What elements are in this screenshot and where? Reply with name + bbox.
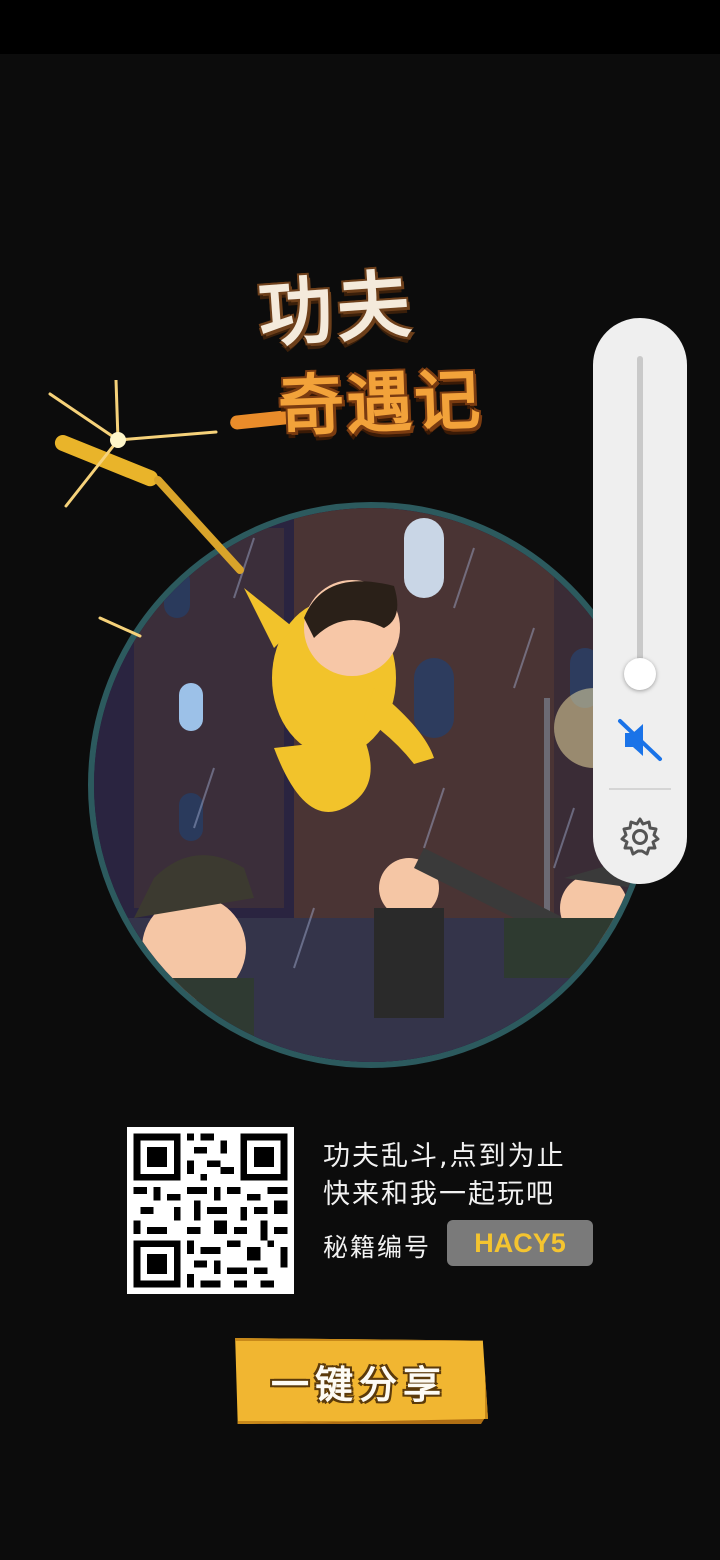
qr-code	[127, 1127, 294, 1294]
share-button[interactable]: 一键分享	[230, 1338, 488, 1424]
secret-code-label: 秘籍编号	[323, 1233, 432, 1262]
volume-slider-thumb[interactable]	[624, 658, 656, 690]
status-bar	[0, 0, 720, 54]
volume-slider-track[interactable]	[637, 356, 643, 674]
slogan-line-2: 快来和我一起玩吧	[323, 1179, 555, 1210]
slogan-line-1: 功夫乱斗,点到为止	[323, 1141, 566, 1172]
mute-icon[interactable]	[617, 718, 663, 762]
volume-panel-divider	[609, 788, 671, 790]
volume-panel[interactable]	[593, 318, 687, 884]
game-logo: 功夫 奇遇记	[229, 242, 540, 452]
share-button-label: 一键分享	[270, 1363, 447, 1407]
secret-code-value: HACY5	[447, 1220, 593, 1266]
logo-title-line1: 功夫	[255, 261, 418, 359]
logo-title-line2: 奇遇记	[276, 361, 484, 446]
gear-icon[interactable]	[618, 815, 662, 859]
nunchaku-sparks	[48, 380, 244, 638]
